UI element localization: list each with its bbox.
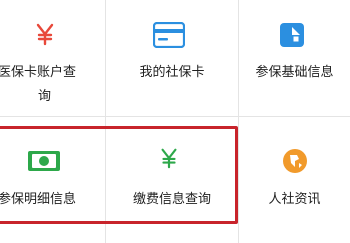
tile-label: 我的社保卡 [139, 65, 205, 80]
tile-label: 人社资讯 [268, 192, 321, 207]
cash-icon [28, 151, 60, 171]
service-grid: 医保卡账户查 询 我的社保卡 参保基础信息 参保明细信息 缴费信息查询 人社资讯 [0, 0, 350, 243]
yuan-icon [161, 148, 177, 169]
tile-medical-card-balance[interactable]: 医保卡账户查 询 [0, 0, 105, 116]
tile-payment-info-query[interactable]: 缴费信息查询 [106, 117, 238, 243]
card-icon [153, 22, 185, 48]
tile-my-social-card[interactable]: 我的社保卡 [106, 0, 238, 116]
tile-insurance-detail-info[interactable]: 参保明细信息 [0, 117, 105, 243]
cube-icon [280, 23, 304, 47]
yuan-icon [36, 23, 54, 46]
tile-label: 缴费信息查询 [132, 192, 211, 207]
tile-label: 医保卡账户查 [0, 65, 77, 80]
tile-label: 参保基础信息 [255, 65, 334, 80]
tile-hr-social-news[interactable]: 人社资讯 [239, 117, 350, 243]
tile-label-continued: 询 [38, 89, 52, 104]
news-icon [283, 149, 307, 173]
tile-insurance-basic-info[interactable]: 参保基础信息 [239, 0, 350, 116]
tile-label: 参保明细信息 [0, 192, 77, 207]
